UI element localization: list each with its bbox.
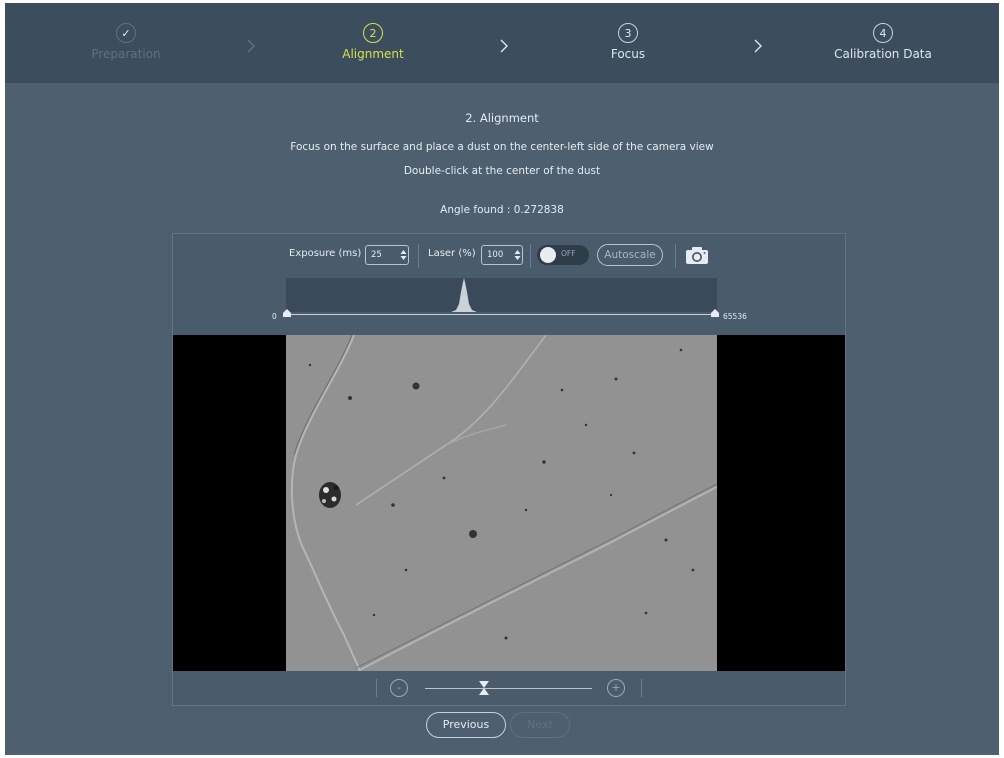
previous-button[interactable]: Previous: [426, 712, 506, 738]
step-focus[interactable]: 3 Focus: [593, 23, 663, 61]
exposure-label: Exposure (ms): [289, 248, 362, 259]
zoom-bar: - +: [173, 671, 845, 705]
range-max-handle-icon[interactable]: [710, 309, 720, 317]
step-preparation[interactable]: ✓ Preparation: [91, 23, 161, 61]
camera-image[interactable]: [286, 335, 717, 671]
instruction-text: Double-click at the center of the dust: [403, 165, 601, 177]
divider: [376, 679, 377, 697]
chevron-right-icon: [754, 39, 762, 53]
step-alignment[interactable]: 2 Alignment: [338, 23, 408, 61]
histogram-max-label: 65536: [723, 312, 747, 321]
wizard-stepper: ✓ Preparation 2 Alignment 3 Focus 4 Cali…: [5, 3, 999, 83]
zoom-in-button[interactable]: +: [607, 679, 625, 697]
check-icon: ✓: [116, 23, 136, 43]
step-label: Focus: [610, 47, 646, 61]
divider: [418, 244, 419, 268]
zoom-slider-track[interactable]: [425, 688, 592, 689]
zoom-slider-handle-icon[interactable]: [478, 680, 490, 696]
step-title: 2. Alignment: [465, 111, 539, 125]
exposure-value: 25: [371, 250, 382, 260]
toggle-knob: [540, 247, 556, 263]
chevron-right-icon: [247, 39, 255, 53]
angle-readout: Angle found : 0.272838: [440, 204, 564, 216]
step-label: Preparation: [91, 47, 161, 61]
camera-toolbar: Exposure (ms) 25 Laser (%) 100 OFF Autos…: [173, 234, 845, 278]
camera-panel: Exposure (ms) 25 Laser (%) 100 OFF Autos…: [172, 233, 846, 706]
laser-spinbox[interactable]: 100: [481, 245, 523, 265]
next-button[interactable]: Next: [510, 712, 570, 738]
dust-particle[interactable]: [319, 482, 341, 508]
camera-icon[interactable]: [684, 245, 710, 265]
step-label: Alignment: [342, 47, 404, 61]
histogram-range-track: [286, 314, 717, 315]
divider: [530, 244, 531, 268]
step-calibration-data[interactable]: 4 Calibration Data: [825, 23, 941, 61]
histogram-min-label: 0: [272, 312, 277, 321]
camera-view[interactable]: [173, 335, 845, 671]
laser-value: 100: [487, 250, 504, 260]
divider: [675, 244, 676, 268]
toggle-state: OFF: [561, 249, 576, 258]
step-number: 4: [873, 23, 893, 43]
instruction-text: Focus on the surface and place a dust on…: [290, 141, 714, 153]
laser-toggle[interactable]: OFF: [537, 245, 589, 265]
spin-arrows-icon[interactable]: [398, 249, 408, 261]
exposure-spinbox[interactable]: 25: [365, 245, 409, 265]
step-label: Calibration Data: [834, 47, 932, 61]
step-number: 3: [618, 23, 638, 43]
autoscale-button[interactable]: Autoscale: [597, 244, 663, 266]
divider: [641, 679, 642, 697]
chevron-right-icon: [500, 39, 508, 53]
spin-arrows-icon[interactable]: [512, 249, 522, 261]
calibration-wizard: ✓ Preparation 2 Alignment 3 Focus 4 Cali…: [5, 3, 999, 755]
range-min-handle-icon[interactable]: [282, 309, 292, 317]
laser-label: Laser (%): [428, 248, 476, 259]
zoom-out-button[interactable]: -: [390, 679, 408, 697]
intensity-histogram: [286, 278, 717, 312]
step-number: 2: [363, 23, 383, 43]
